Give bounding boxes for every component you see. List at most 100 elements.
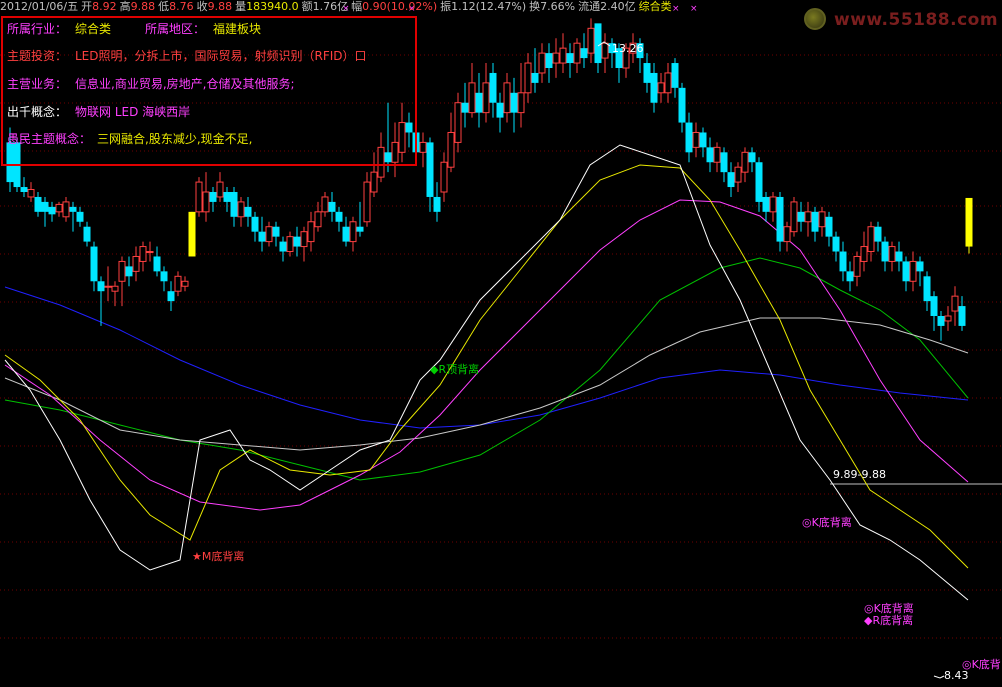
candle-body <box>370 171 378 193</box>
concept-value: 物联网 LED 海峡西岸 <box>75 105 191 119</box>
candle-body <box>41 201 49 212</box>
candle-body <box>923 276 931 302</box>
candle-body <box>587 27 595 54</box>
candle-body <box>216 181 224 198</box>
candle-body <box>958 306 966 326</box>
k-divergence-signal-1: ◎K底背离 <box>802 516 852 529</box>
candle-body <box>720 152 728 173</box>
candle-body <box>762 196 770 212</box>
candle-body <box>97 281 105 292</box>
candle-body <box>440 161 448 193</box>
region-label: 所属地区： <box>145 22 206 36</box>
business-label: 主营业务： <box>7 77 68 91</box>
candle-body <box>475 92 483 113</box>
candle-body <box>853 255 861 277</box>
candle-body <box>874 226 882 242</box>
logo-emblem-icon <box>804 8 826 30</box>
candle-body <box>279 241 287 252</box>
candle-body <box>454 102 462 143</box>
candle-body <box>496 102 504 118</box>
candle-body <box>748 152 756 163</box>
candle-body <box>888 246 896 262</box>
candle-body <box>573 42 581 64</box>
candle-body <box>125 266 133 277</box>
candle-body <box>342 226 350 242</box>
candle-body <box>433 196 441 212</box>
candle-body <box>545 53 553 68</box>
candle-body <box>153 256 161 272</box>
candle-body <box>181 280 189 287</box>
k-divergence-signal-3: ◎K底背 <box>962 658 1001 671</box>
candle-body <box>328 201 336 212</box>
candle-body <box>895 251 903 262</box>
candle-body <box>650 72 658 103</box>
candle-body <box>321 196 329 213</box>
logo-text: www.55188.com <box>834 10 999 30</box>
candle-body <box>69 206 77 212</box>
change-label: 幅 <box>351 0 363 13</box>
candle-body <box>195 181 203 213</box>
candle-body <box>580 48 588 59</box>
change-value: 0.90(10.02%) <box>362 0 438 13</box>
candle-body <box>566 53 574 64</box>
candle-body <box>188 211 196 257</box>
candle-body <box>251 216 259 232</box>
theme-row: 主题投资： LED照明，分拆上市，国际贸易，射频识别（RFID）口 <box>7 47 367 64</box>
low-value: 8.76 <box>169 0 194 13</box>
sector-value: 综合类 <box>638 0 672 13</box>
candle-body <box>685 122 693 153</box>
candle-body <box>489 72 497 103</box>
candle-body <box>881 241 889 262</box>
candle-body <box>692 131 700 148</box>
candle-body <box>664 72 672 94</box>
candle-body <box>237 201 245 218</box>
close-value: 9.88 <box>207 0 233 13</box>
candle-body <box>307 221 315 243</box>
ma-green-line <box>4 257 969 481</box>
candle-body <box>48 206 56 215</box>
candle-body <box>671 63 679 88</box>
candle-body <box>804 211 812 223</box>
candle-body <box>90 246 98 282</box>
theme-value: LED照明，分拆上市，国际贸易，射频识别（RFID）口 <box>75 49 367 63</box>
candle-body <box>55 203 63 213</box>
candle-body <box>139 246 147 262</box>
high-value: 9.88 <box>130 0 156 13</box>
candle-body <box>272 226 280 237</box>
theme-label: 主题投资： <box>7 49 68 63</box>
turnover-label: 换 <box>529 0 541 13</box>
candle-body <box>118 260 126 282</box>
candle-body <box>643 63 651 83</box>
site-logo: www.55188.com <box>800 4 1000 38</box>
float-value: 2.40亿 <box>600 0 636 13</box>
region-value: 福建板块 <box>213 22 262 36</box>
candle-body <box>930 296 938 316</box>
float-label: 流通 <box>578 0 601 13</box>
low-label: 低 <box>158 0 170 13</box>
business-row: 主营业务： 信息业,商业贸易,房地产,仓储及其他服务; <box>7 75 295 92</box>
candle-body <box>832 236 840 252</box>
candle-body <box>314 211 322 228</box>
candle-body <box>713 146 721 163</box>
candle-body <box>867 226 875 253</box>
candle-body <box>300 231 308 248</box>
user-concept-row: 愚民主题概念： 三网融合,股东减少,现金不足, <box>7 130 252 147</box>
volume-value: 183940.0 <box>246 0 299 13</box>
candle-body <box>601 42 609 59</box>
candle-body <box>531 72 539 83</box>
candle-body <box>524 62 532 94</box>
candle-body <box>230 192 238 217</box>
candle-body <box>363 181 371 223</box>
candle-body <box>839 251 847 272</box>
open-label: 开 <box>81 0 93 13</box>
concept-label: 出千概念： <box>7 105 68 119</box>
candle-body <box>510 92 518 113</box>
user-concept-label: 愚民主题概念： <box>7 132 92 146</box>
candle-body <box>20 187 28 192</box>
candle-body <box>62 201 70 218</box>
business-value: 信息业,商业贸易,房地产,仓储及其他服务; <box>75 77 295 91</box>
amplitude-value: 1.12(12.47%) <box>451 0 527 13</box>
user-concept-value: 三网融合,股东减少,现金不足, <box>97 132 253 146</box>
candle-body <box>244 206 252 217</box>
candle-body <box>419 141 427 153</box>
